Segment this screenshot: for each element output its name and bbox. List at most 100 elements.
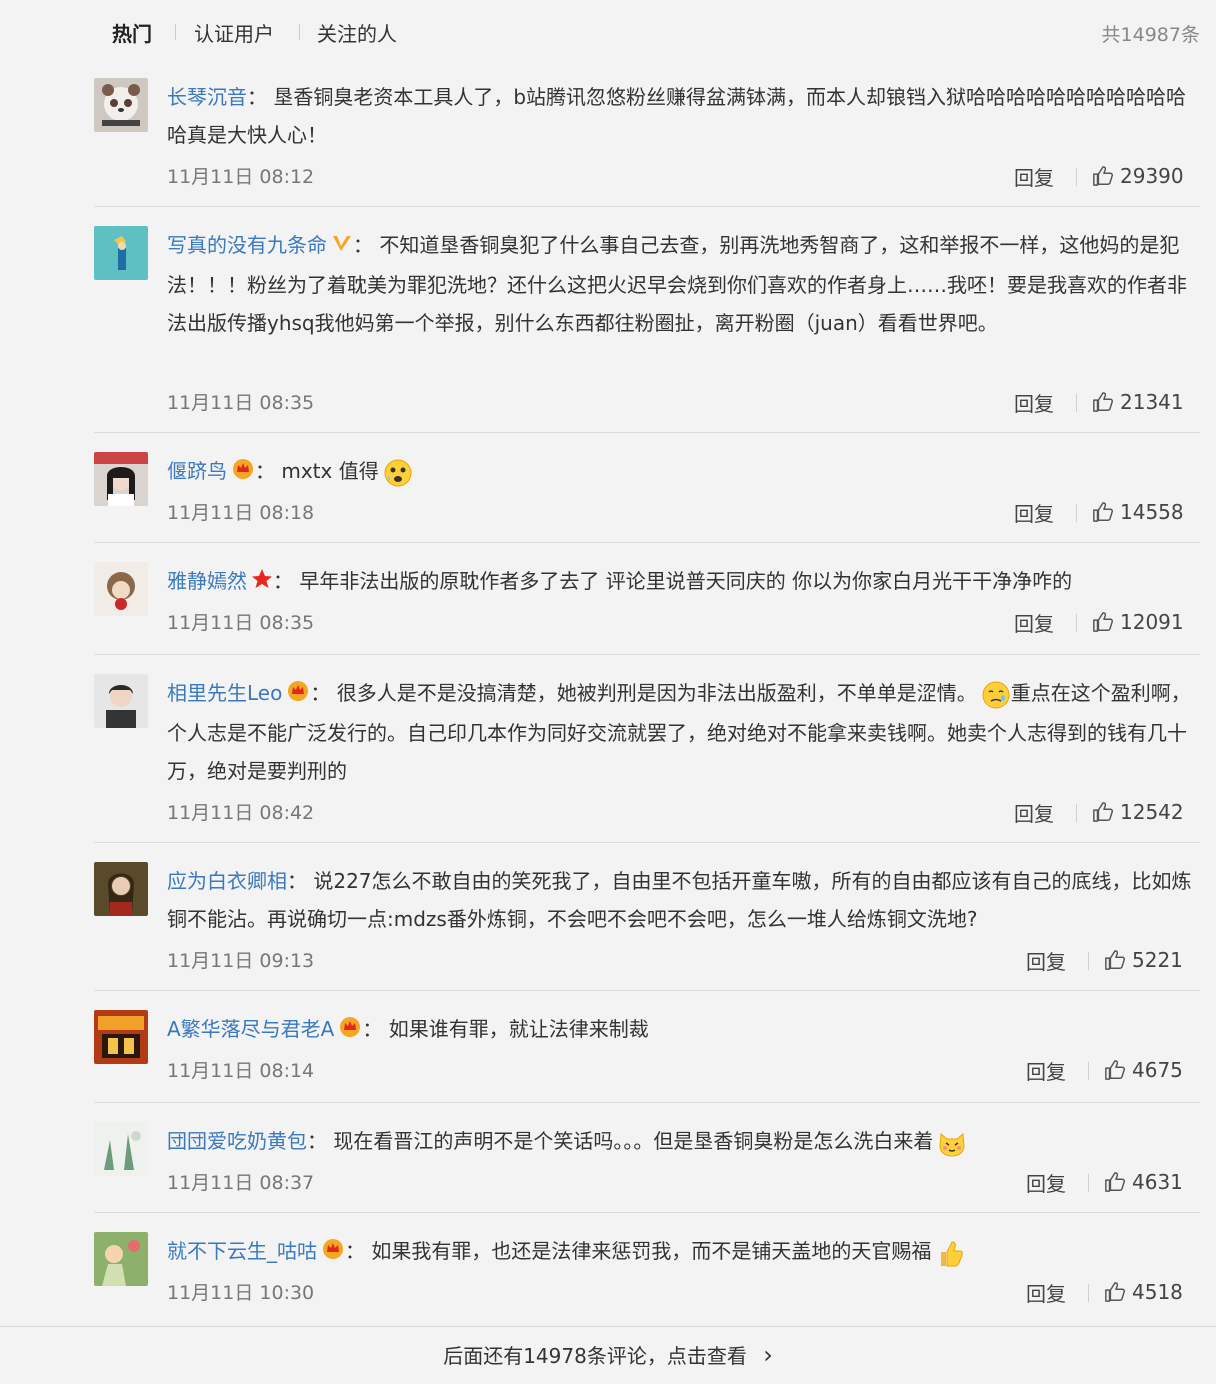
username-link[interactable]: 相里先生Leo — [167, 681, 282, 705]
username-link[interactable]: 长琴沉音 — [167, 85, 247, 109]
like-count: 4675 — [1132, 1058, 1183, 1082]
colon: ： — [307, 1129, 327, 1153]
divider — [1076, 804, 1077, 822]
avatar[interactable] — [94, 1010, 148, 1064]
comment-divider — [94, 206, 1200, 207]
like-button[interactable]: 12542 — [1092, 800, 1184, 824]
comment-divider — [94, 1102, 1200, 1103]
comment-item: 雅静嫣然 ： 早年非法出版的原耽作者多了去了 评论里说普天同庆的 你以为你家白月光… — [94, 562, 1200, 655]
avatar[interactable] — [94, 452, 148, 506]
reply-button[interactable]: 回复 — [1014, 798, 1054, 827]
reply-button[interactable]: 回复 — [1014, 162, 1054, 191]
comment-text: 应为白衣卿相： 说227怎么不敢自由的笑死我了，自由里不包括开童车嗷，所有的自由… — [167, 862, 1192, 938]
tab-hot[interactable]: 热门 — [112, 18, 152, 47]
reply-button[interactable]: 回复 — [1026, 946, 1066, 975]
tab-following[interactable]: 关注的人 — [317, 18, 397, 47]
comment-item: 应为白衣卿相： 说227怎么不敢自由的笑死我了，自由里不包括开童车嗷，所有的自由… — [94, 862, 1200, 991]
more-comments-link[interactable]: 后面还有14978条评论，点击查看 › — [0, 1326, 1216, 1383]
comment-body: 如果我有罪，也还是法律来惩罚我，而不是铺天盖地的天官赐福 — [371, 1239, 932, 1263]
like-count: 14558 — [1120, 500, 1184, 524]
divider — [1088, 1284, 1089, 1302]
comment-item: 写真的没有九条命： 不知道垦香铜臭犯了什么事自己去查，别再洗地秀智商了，这和举报… — [94, 226, 1200, 433]
vip-crown-icon — [338, 1012, 362, 1050]
chevron-right-icon: › — [763, 1341, 773, 1369]
comment-body: 早年非法出版的原耽作者多了去了 评论里说普天同庆的 你以为你家白月光干干净净咋的 — [299, 569, 1073, 593]
comment-time: 11月11日 09:13 — [167, 950, 315, 972]
comment-time: 11月11日 08:14 — [167, 1060, 315, 1082]
thumbs-up-icon — [1093, 502, 1114, 522]
like-count: 21341 — [1120, 390, 1184, 414]
scared-emoji-icon — [383, 458, 413, 488]
like-button[interactable]: 29390 — [1092, 164, 1184, 188]
divider — [1076, 504, 1077, 522]
like-button[interactable]: 12091 — [1092, 610, 1184, 634]
comment-time: 11月11日 10:30 — [167, 1282, 315, 1304]
comment-text: 长琴沉音： 垦香铜臭老资本工具人了，b站腾讯忽悠粉丝赚得盆满钵满，而本人却锒铛入… — [167, 78, 1192, 154]
colon: ： — [255, 459, 275, 483]
reply-button[interactable]: 回复 — [1026, 1056, 1066, 1085]
avatar[interactable] — [94, 1122, 148, 1176]
comment-body: mxtx 值得 — [281, 459, 379, 483]
like-button[interactable]: 4631 — [1104, 1170, 1183, 1194]
comment-text: 雅静嫣然 ： 早年非法出版的原耽作者多了去了 评论里说普天同庆的 你以为你家白月光… — [167, 562, 1192, 602]
avatar[interactable] — [94, 226, 148, 280]
reply-button[interactable]: 回复 — [1026, 1168, 1066, 1197]
username-link[interactable]: 雅静嫣然 — [167, 569, 247, 593]
vip-crown-icon — [286, 676, 310, 714]
comment-text: 就不下云生_咕咕 ： 如果我有罪，也还是法律来惩罚我，而不是铺天盖地的天官赐福 — [167, 1232, 1192, 1272]
like-count: 29390 — [1120, 164, 1184, 188]
like-button[interactable]: 4518 — [1104, 1280, 1183, 1304]
thumbs-up-icon — [1093, 802, 1114, 822]
vip-crown-icon — [231, 454, 255, 492]
comment-item: 就不下云生_咕咕 ： 如果我有罪，也还是法律来惩罚我，而不是铺天盖地的天官赐福 1… — [94, 1232, 1200, 1322]
like-button[interactable]: 14558 — [1092, 500, 1184, 524]
comment-time: 11月11日 08:37 — [167, 1172, 315, 1194]
tab-verified-users[interactable]: 认证用户 — [194, 18, 274, 47]
like-count: 5221 — [1132, 948, 1183, 972]
like-count: 12542 — [1120, 800, 1184, 824]
avatar[interactable] — [94, 1232, 148, 1286]
tab-divider — [175, 24, 176, 40]
comment-time: 11月11日 08:35 — [167, 612, 315, 634]
colon: ： — [310, 681, 331, 705]
avatar[interactable] — [94, 78, 148, 132]
more-comments-label: 后面还有14978条评论，点击查看 — [443, 1344, 747, 1368]
username-link[interactable]: A繁华落尽与君老A — [167, 1017, 334, 1041]
comment-text: 団団爱吃奶黄包： 现在看晋江的声明不是个笑话吗。。。但是垦香铜臭粉是怎么洗白来着 — [167, 1122, 1192, 1160]
colon: ： — [353, 233, 373, 257]
colon: ： — [362, 1017, 383, 1041]
comment-time: 11月11日 08:42 — [167, 802, 315, 824]
like-button[interactable]: 5221 — [1104, 948, 1183, 972]
like-button[interactable]: 4675 — [1104, 1058, 1183, 1082]
sad-face-emoji-icon — [981, 680, 1011, 710]
vip-crown-icon — [321, 1234, 345, 1272]
avatar[interactable] — [94, 562, 148, 616]
username-link[interactable]: 団団爱吃奶黄包 — [167, 1129, 307, 1153]
comment-time: 11月11日 08:12 — [167, 166, 315, 188]
comment-item: 相里先生Leo ： 很多人是不是没搞清楚，她被判刑是因为非法出版盈利，不单单是涩情… — [94, 674, 1200, 843]
comment-time: 11月11日 08:18 — [167, 502, 315, 524]
reply-button[interactable]: 回复 — [1014, 608, 1054, 637]
divider — [1076, 614, 1077, 632]
comment-body: 说227怎么不敢自由的笑死我了，自由里不包括开童车嗷，所有的自由都应该有自己的底… — [167, 869, 1192, 931]
username-link[interactable]: 偃跻鸟 — [167, 459, 227, 483]
reply-button[interactable]: 回复 — [1014, 388, 1054, 417]
username-link[interactable]: 写真的没有九条命 — [167, 233, 327, 257]
colon: ： — [345, 1239, 365, 1263]
divider — [1088, 952, 1089, 970]
comment-body: 垦香铜臭老资本工具人了，b站腾讯忽悠粉丝赚得盆满钵满，而本人却锒铛入狱哈哈哈哈哈… — [167, 85, 1187, 147]
comment-divider — [94, 654, 1200, 655]
comment-divider — [94, 842, 1200, 843]
comment-time: 11月11日 08:35 — [167, 392, 315, 414]
avatar[interactable] — [94, 862, 148, 916]
divider — [1076, 394, 1077, 412]
username-link[interactable]: 应为白衣卿相 — [167, 869, 287, 893]
avatar[interactable] — [94, 674, 148, 728]
thumbs-up-emoji-icon — [935, 1238, 965, 1268]
reply-button[interactable]: 回复 — [1014, 498, 1054, 527]
like-button[interactable]: 21341 — [1092, 390, 1184, 414]
reply-button[interactable]: 回复 — [1026, 1278, 1066, 1307]
username-link[interactable]: 就不下云生_咕咕 — [167, 1239, 317, 1263]
comment-item: 団団爱吃奶黄包： 现在看晋江的声明不是个笑话吗。。。但是垦香铜臭粉是怎么洗白来着… — [94, 1122, 1200, 1213]
thumbs-up-icon — [1105, 1172, 1126, 1192]
